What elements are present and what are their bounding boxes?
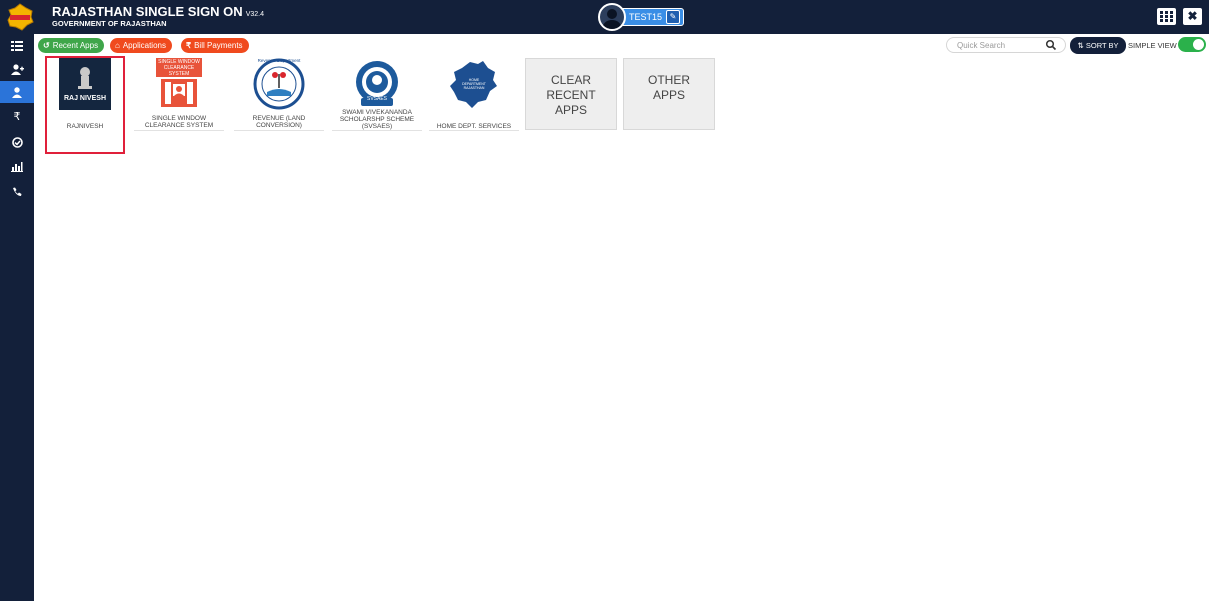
clear-line3: APPS (554, 103, 587, 117)
tab-applications-label: Applications (122, 41, 166, 50)
app-label: HOME DEPT. SERVICES (436, 123, 512, 130)
tile-divider (429, 130, 519, 131)
other-apps-button[interactable]: OTHER APPS (623, 58, 715, 130)
check-circle-icon (11, 136, 23, 148)
close-icon: ✖ (1187, 9, 1198, 23)
rupee-icon: ₹ (13, 111, 21, 123)
phone-icon (13, 187, 22, 197)
sort-icon: ⇅ (1077, 41, 1084, 50)
tab-recent-apps-label: Recent Apps (52, 41, 99, 50)
app-version: V32.4 (245, 11, 264, 18)
rupee-icon: ₹ (186, 41, 192, 50)
sidebar-item-contact[interactable] (0, 181, 34, 203)
sidebar-item-check[interactable] (0, 131, 34, 153)
avatar[interactable] (598, 3, 626, 31)
other-line1: OTHER (648, 73, 690, 87)
app-label-line3: (SVSAES) (361, 123, 393, 130)
tab-recent-apps[interactable]: ↺ Recent Apps (38, 38, 105, 53)
toggle-knob (1193, 39, 1204, 50)
add-user-icon (10, 63, 24, 75)
top-header: RAJASTHAN SINGLE SIGN ON V32.4 GOVERNMENT… (0, 0, 1209, 34)
single-window-logo-text-3: SYSTEM (168, 71, 190, 77)
search-icon[interactable] (1045, 39, 1057, 51)
quick-search-input[interactable]: Quick Search (946, 37, 1066, 53)
app-label-line1: REVENUE (LAND (252, 115, 306, 122)
search-placeholder: Quick Search (957, 41, 1006, 50)
tab-applications[interactable]: ⌂ Applications (110, 38, 172, 53)
rajasthan-sso-logo[interactable] (6, 3, 34, 31)
left-sidebar: ₹ (0, 34, 34, 601)
simple-view-label: SIMPLE VIEW (1128, 41, 1177, 50)
home-icon: ⌂ (115, 41, 120, 50)
close-button[interactable]: ✖ (1183, 8, 1202, 25)
app-label-line1: SWAMI VIVEKANANDA (342, 109, 412, 116)
clear-recent-apps-button[interactable]: CLEAR RECENT APPS (525, 58, 617, 130)
svsaes-logo-text: SVSAES (366, 96, 387, 102)
sidebar-item-rupee[interactable]: ₹ (0, 106, 34, 128)
selected-app-highlight (45, 56, 125, 154)
app-label-line2: CONVERSION) (256, 122, 302, 129)
sidebar-item-reports[interactable] (0, 156, 34, 178)
simple-view-toggle[interactable] (1178, 37, 1206, 52)
app-subtitle: GOVERNMENT OF RAJASTHAN (52, 19, 167, 28)
apps-grid-button[interactable] (1157, 8, 1176, 25)
tile-divider (134, 130, 224, 131)
app-tile-revenue[interactable]: Revenue Department REVENUE (LAND CONVERS… (234, 56, 324, 130)
list-icon (11, 41, 23, 52)
app-tile-svsaes[interactable]: SVSAES SWAMI VIVEKANANDA SCHOLARSHP SCHE… (332, 56, 422, 130)
user-avatar-icon (603, 9, 621, 29)
app-tile-home-dept[interactable]: HOME DEPARTMENT RAJASTHAN HOME DEPT. SER… (429, 56, 519, 130)
app-title-text: RAJASTHAN SINGLE SIGN ON (52, 4, 243, 19)
bar-chart-icon (11, 162, 23, 173)
app-label-line2: SCHOLARSHP SCHEME (339, 116, 415, 123)
revenue-department-logo (253, 58, 305, 110)
sort-by-button[interactable]: ⇅ SORT BY (1070, 37, 1126, 54)
clear-line2: RECENT (546, 88, 596, 102)
app-label-line1: SINGLE WINDOW (151, 115, 207, 122)
history-icon: ↺ (43, 41, 50, 50)
sidebar-item-add-user[interactable] (0, 58, 34, 80)
user-icon (12, 86, 22, 98)
user-pill[interactable]: TEST15 ✎ (620, 8, 684, 26)
tile-divider (234, 130, 324, 131)
app-label-line2: CLEARANCE SYSTEM (144, 122, 214, 129)
tab-bill-payments[interactable]: ₹ Bill Payments (181, 38, 249, 53)
tab-bill-payments-label: Bill Payments (194, 41, 243, 50)
tile-divider (332, 130, 422, 131)
clear-line1: CLEAR (550, 73, 591, 87)
user-name: TEST15 (629, 12, 663, 22)
home-dept-logo-text-3: RAJASTHAN (463, 86, 485, 90)
revenue-logo-text: Revenue Department (257, 58, 301, 63)
sort-by-label: SORT BY (1085, 41, 1119, 50)
sidebar-item-list[interactable] (0, 35, 34, 57)
sidebar-item-user[interactable] (0, 81, 34, 103)
grid-icon (1160, 11, 1173, 22)
app-title: RAJASTHAN SINGLE SIGN ON V32.4 (52, 4, 264, 19)
other-line2: APPS (652, 88, 685, 102)
edit-profile-icon[interactable]: ✎ (666, 10, 680, 24)
app-tile-single-window[interactable]: SINGLE WINDOW CLEARANCE SYSTEM SINGLE WI… (134, 56, 224, 130)
